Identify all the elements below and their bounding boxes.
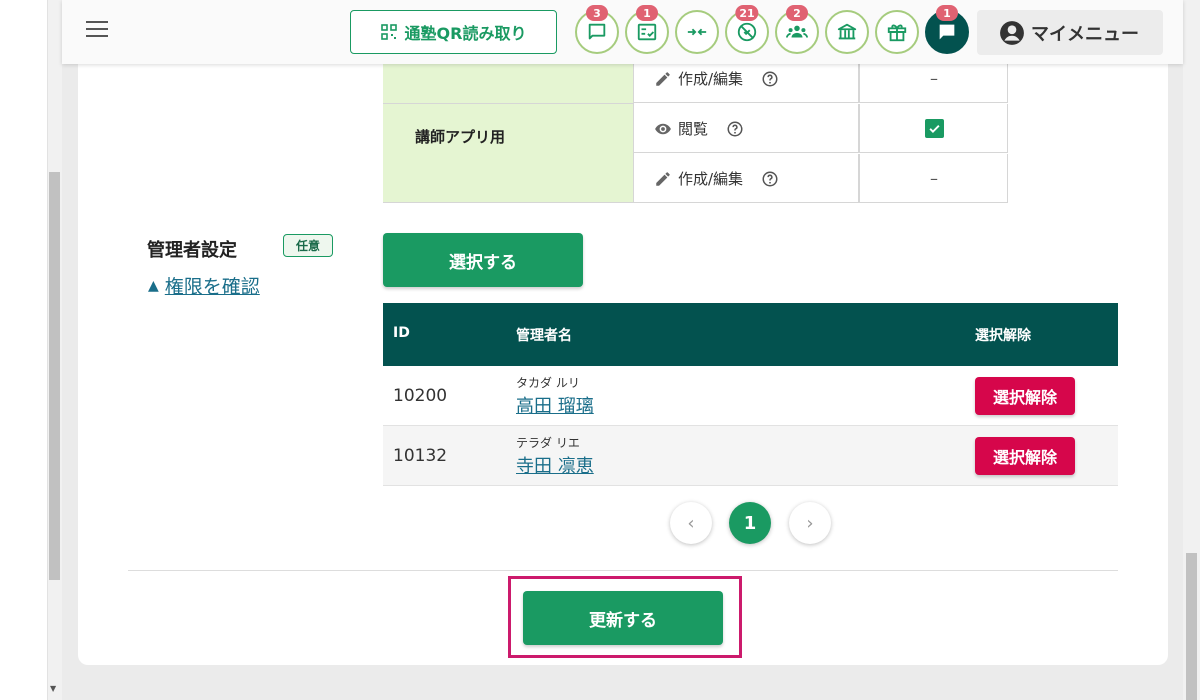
- permission-table: 講師アプリ用 作成/編集 – 閲覧 作成/編集 –: [383, 54, 1008, 203]
- qr-scan-button[interactable]: 通塾QR読み取り: [350, 10, 557, 54]
- merge-button[interactable]: [675, 10, 719, 54]
- scroll-down-arrow-icon[interactable]: ▼: [50, 684, 56, 693]
- left-scrollbar-thumb[interactable]: [49, 172, 60, 580]
- checked-checkbox-icon[interactable]: [924, 118, 944, 138]
- optional-badge: 任意: [283, 234, 333, 257]
- gift-icon: [887, 24, 907, 42]
- update-button[interactable]: 更新する: [523, 591, 723, 645]
- permission-row-label: 作成/編集: [678, 170, 744, 188]
- permission-value[interactable]: [858, 104, 1008, 152]
- notification-badge: 1: [636, 5, 658, 21]
- merge-arrows-icon: [687, 28, 707, 36]
- checklist-icon: [637, 23, 657, 41]
- right-scrollbar[interactable]: [1183, 0, 1200, 700]
- admin-name-link[interactable]: 高田 瑠璃: [516, 392, 594, 418]
- check-permission-link[interactable]: ▲ 権限を確認: [148, 272, 260, 299]
- groups-button[interactable]: 2: [775, 5, 819, 54]
- permission-row-label: 作成/編集: [678, 70, 744, 88]
- admin-id: 10132: [393, 446, 448, 466]
- hamburger-menu-icon[interactable]: [86, 21, 108, 41]
- admin-kana: タカダ ルリ: [516, 376, 580, 390]
- admin-settings-title: 管理者設定: [147, 240, 237, 261]
- permission-row: 閲覧: [634, 104, 1008, 153]
- admin-table: ID 管理者名 選択解除 10200 タカダ ルリ 高田 瑠璃 選択解除 101…: [383, 303, 1118, 486]
- table-row: 10132 テラダ リエ 寺田 凛恵 選択解除: [383, 426, 1118, 486]
- notification-badge: 2: [786, 5, 808, 21]
- right-scrollbar-thumb[interactable]: [1186, 553, 1197, 700]
- previous-page-button[interactable]: ‹: [670, 502, 712, 544]
- select-button[interactable]: 選択する: [383, 233, 583, 287]
- absence-button[interactable]: 21: [725, 5, 769, 54]
- school-button[interactable]: [825, 10, 869, 54]
- permission-value: –: [858, 154, 1008, 202]
- left-scrollbar[interactable]: ▼: [0, 0, 62, 700]
- divider: [128, 570, 1118, 571]
- qr-code-icon: [380, 24, 397, 40]
- permission-section-label: 講師アプリ用: [415, 128, 506, 146]
- notification-badge: 1: [936, 5, 958, 21]
- next-page-button[interactable]: ›: [789, 502, 831, 544]
- chat-button[interactable]: 1: [925, 5, 969, 54]
- admin-table-header: ID 管理者名 選択解除: [383, 303, 1118, 366]
- group-icon: [786, 25, 808, 38]
- column-header-name: 管理者名: [516, 328, 572, 344]
- account-circle-icon: [1000, 20, 1024, 45]
- column-header-id: ID: [393, 325, 410, 341]
- check-permission-link-text[interactable]: 権限を確認: [165, 272, 260, 299]
- chat-icon: [939, 24, 955, 40]
- qr-scan-label: 通塾QR読み取り: [404, 24, 527, 43]
- chevron-left-icon: ‹: [687, 512, 695, 534]
- school-icon: [837, 23, 857, 40]
- tasks-button[interactable]: 1: [625, 5, 669, 54]
- notification-badge: 21: [735, 5, 759, 21]
- unselect-button[interactable]: 選択解除: [975, 437, 1075, 475]
- pencil-icon: [656, 171, 670, 186]
- column-header-unselect: 選択解除: [975, 328, 1031, 344]
- permission-row: 作成/編集 –: [634, 154, 1008, 203]
- help-icon[interactable]: [761, 70, 779, 88]
- triangle-up-icon: ▲: [148, 277, 159, 294]
- unselect-button[interactable]: 選択解除: [975, 377, 1075, 415]
- admin-id: 10200: [393, 386, 448, 406]
- permission-row-label: 閲覧: [678, 120, 709, 138]
- pencil-icon: [656, 71, 670, 86]
- admin-name-link[interactable]: 寺田 凛恵: [516, 452, 594, 478]
- help-icon[interactable]: [761, 170, 779, 188]
- app-header: 通塾QR読み取り 3 1 21 2 1 マイメニュー: [62, 0, 1183, 64]
- notification-badge: 3: [586, 5, 608, 21]
- message-icon: [588, 23, 606, 40]
- eye-icon: [655, 123, 671, 134]
- messages-button[interactable]: 3: [575, 5, 619, 54]
- table-row: 10200 タカダ ルリ 高田 瑠璃 選択解除: [383, 366, 1118, 426]
- no-entry-icon: [737, 22, 757, 42]
- admin-kana: テラダ リエ: [516, 436, 580, 450]
- my-menu-label: マイメニュー: [1031, 23, 1139, 45]
- chevron-right-icon: ›: [806, 512, 814, 534]
- my-menu-button[interactable]: マイメニュー: [977, 10, 1163, 55]
- help-icon[interactable]: [726, 120, 744, 138]
- gift-button[interactable]: [875, 10, 919, 54]
- page-1-button[interactable]: 1: [729, 502, 771, 544]
